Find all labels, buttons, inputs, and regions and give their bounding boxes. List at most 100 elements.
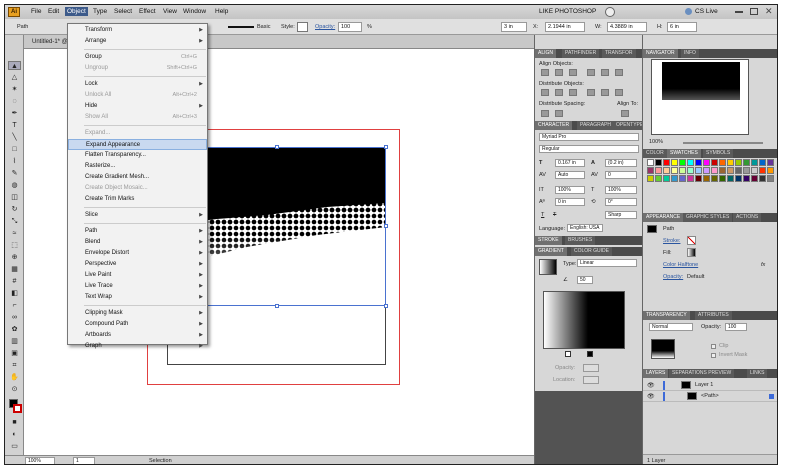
swatch[interactable] <box>703 175 710 182</box>
kerning-field[interactable]: Auto <box>555 171 585 179</box>
path-row[interactable]: 👁 <Path> <box>643 391 777 402</box>
swatch[interactable] <box>695 167 702 174</box>
underline-icon[interactable]: T <box>541 212 544 218</box>
blob-brush-tool-icon[interactable]: ◍ <box>8 181 21 190</box>
rotate-tool-icon[interactable]: ↻ <box>8 205 21 214</box>
draw-mode-icon[interactable]: ◐ <box>8 430 21 439</box>
gradient-tool-icon[interactable]: ◧ <box>8 289 21 298</box>
swatch[interactable] <box>679 175 686 182</box>
swatch[interactable] <box>735 159 742 166</box>
eye-icon[interactable]: 👁 <box>647 393 655 400</box>
menu-item-show-all[interactable]: Show All Alt+Ctrl+3 <box>68 112 207 123</box>
menu-item-slice[interactable]: Slice ▶ <box>68 210 207 221</box>
tab-graphic-styles[interactable]: GRAPHIC STYLES <box>683 213 733 222</box>
swatch[interactable] <box>663 175 670 182</box>
tab-stroke[interactable]: STROKE <box>535 236 562 245</box>
magic-wand-tool-icon[interactable]: ✶ <box>8 85 21 94</box>
scale-tool-icon[interactable]: ⤡ <box>8 217 21 226</box>
tab-appearance[interactable]: APPEARANCE <box>643 213 684 222</box>
swatch[interactable] <box>735 175 742 182</box>
tab-swatches[interactable]: SWATCHES <box>667 149 701 158</box>
menu-item-artboards[interactable]: Artboards ▶ <box>68 330 207 341</box>
swatch[interactable] <box>647 175 654 182</box>
tab-links[interactable]: LINKS <box>747 369 768 378</box>
menu-item-arrange[interactable]: Arrange ▶ <box>68 36 207 47</box>
selection-tool-icon[interactable]: ▲ <box>8 61 21 70</box>
swatch[interactable] <box>719 159 726 166</box>
eye-icon[interactable]: 👁 <box>647 382 655 389</box>
menu-object[interactable]: Object <box>65 7 88 16</box>
close-icon[interactable]: ✕ <box>765 6 773 17</box>
navigator-preview[interactable] <box>651 59 749 135</box>
tab-transform[interactable]: TRANSFOR <box>602 49 636 58</box>
swatch[interactable] <box>711 167 718 174</box>
strikethrough-icon[interactable]: T <box>553 212 556 218</box>
color-mode-icon[interactable]: ■ <box>8 418 21 427</box>
align-bottom-icon[interactable] <box>615 69 623 76</box>
tab-color[interactable]: COLOR <box>643 149 667 158</box>
tab-symbols[interactable]: SYMBOLS <box>703 149 734 158</box>
stroke-style[interactable]: Basic <box>257 24 270 30</box>
gradient-ramp[interactable] <box>543 291 625 349</box>
tab-align[interactable]: ALIGN <box>535 49 557 58</box>
direct-selection-tool-icon[interactable]: △ <box>8 73 21 82</box>
swatch[interactable] <box>759 159 766 166</box>
swatch[interactable] <box>647 159 654 166</box>
gradient-aspect-field[interactable]: 50 <box>577 276 593 284</box>
gradient-opacity-field[interactable] <box>583 364 599 372</box>
menu-item-hide[interactable]: Hide ▶ <box>68 101 207 112</box>
tab-info[interactable]: INFO <box>681 49 699 58</box>
gradient-stop-left[interactable] <box>565 351 571 357</box>
layer-row[interactable]: 👁 Layer 1 <box>643 380 777 391</box>
menu-item-group[interactable]: Group Ctrl+G <box>68 52 207 63</box>
swatch[interactable] <box>751 175 758 182</box>
appearance-opacity-label[interactable]: Opacity: <box>663 274 683 280</box>
swatch[interactable] <box>655 167 662 174</box>
slice-tool-icon[interactable]: ⌗ <box>8 361 21 370</box>
swatch[interactable] <box>687 167 694 174</box>
swatch[interactable] <box>751 159 758 166</box>
eraser-tool-icon[interactable]: ◫ <box>8 193 21 202</box>
swatch[interactable] <box>735 167 742 174</box>
menu-type[interactable]: Type <box>93 8 107 15</box>
swatch[interactable] <box>711 159 718 166</box>
menu-item-create-gradient-mesh[interactable]: Create Gradient Mesh... <box>68 172 207 183</box>
menu-item-lock[interactable]: Lock ▶ <box>68 79 207 90</box>
handle-top-right[interactable] <box>384 145 388 149</box>
graph-tool-icon[interactable]: ▥ <box>8 337 21 346</box>
rectangle-tool-icon[interactable]: □ <box>8 145 21 154</box>
lasso-tool-icon[interactable]: ◌ <box>8 97 21 106</box>
tab-separations-preview[interactable]: SEPARATIONS PREVIEW <box>669 369 735 378</box>
y-field[interactable]: 3 in <box>501 22 527 32</box>
cs-live-button[interactable]: CS Live <box>695 8 718 15</box>
distribute-left-icon[interactable] <box>587 89 595 96</box>
tab-brushes[interactable]: BRUSHES <box>565 236 596 245</box>
baseline-shift-field[interactable]: 0 in <box>555 198 585 206</box>
menu-item-live-paint[interactable]: Live Paint ▶ <box>68 270 207 281</box>
menu-effect[interactable]: Effect <box>139 8 156 15</box>
swatch[interactable] <box>655 159 662 166</box>
swatch[interactable] <box>759 175 766 182</box>
tracking-field[interactable]: 0 <box>605 171 637 179</box>
stroke-none-swatch[interactable] <box>687 236 696 245</box>
leading-field[interactable]: (0.2 in) <box>605 159 637 167</box>
swatch[interactable] <box>767 159 774 166</box>
distribute-bottom-icon[interactable] <box>569 89 577 96</box>
path-name[interactable]: <Path> <box>701 393 719 399</box>
menu-item-unlock-all[interactable]: Unlock All Alt+Ctrl+2 <box>68 90 207 101</box>
tab-color-guide[interactable]: COLOR GUIDE <box>571 247 613 256</box>
swatch[interactable] <box>743 167 750 174</box>
swatch[interactable] <box>679 167 686 174</box>
free-transform-tool-icon[interactable]: ⬚ <box>8 241 21 250</box>
swatch[interactable] <box>767 175 774 182</box>
stroke-row-label[interactable]: Stroke: <box>663 238 680 244</box>
maximize-icon[interactable] <box>750 8 758 15</box>
menu-item-rasterize[interactable]: Rasterize... <box>68 161 207 172</box>
effect-color-halftone[interactable]: Color Halftone <box>663 262 698 268</box>
rotation-field[interactable]: 0° <box>605 198 637 206</box>
font-family-select[interactable]: Myriad Pro <box>539 133 639 141</box>
handle-bottom-middle[interactable] <box>275 304 279 308</box>
horizontal-scale-field[interactable]: 100% <box>605 186 637 194</box>
fill-row-label[interactable]: Fill: <box>663 250 672 256</box>
tab-character[interactable]: CHARACTER <box>535 121 573 130</box>
